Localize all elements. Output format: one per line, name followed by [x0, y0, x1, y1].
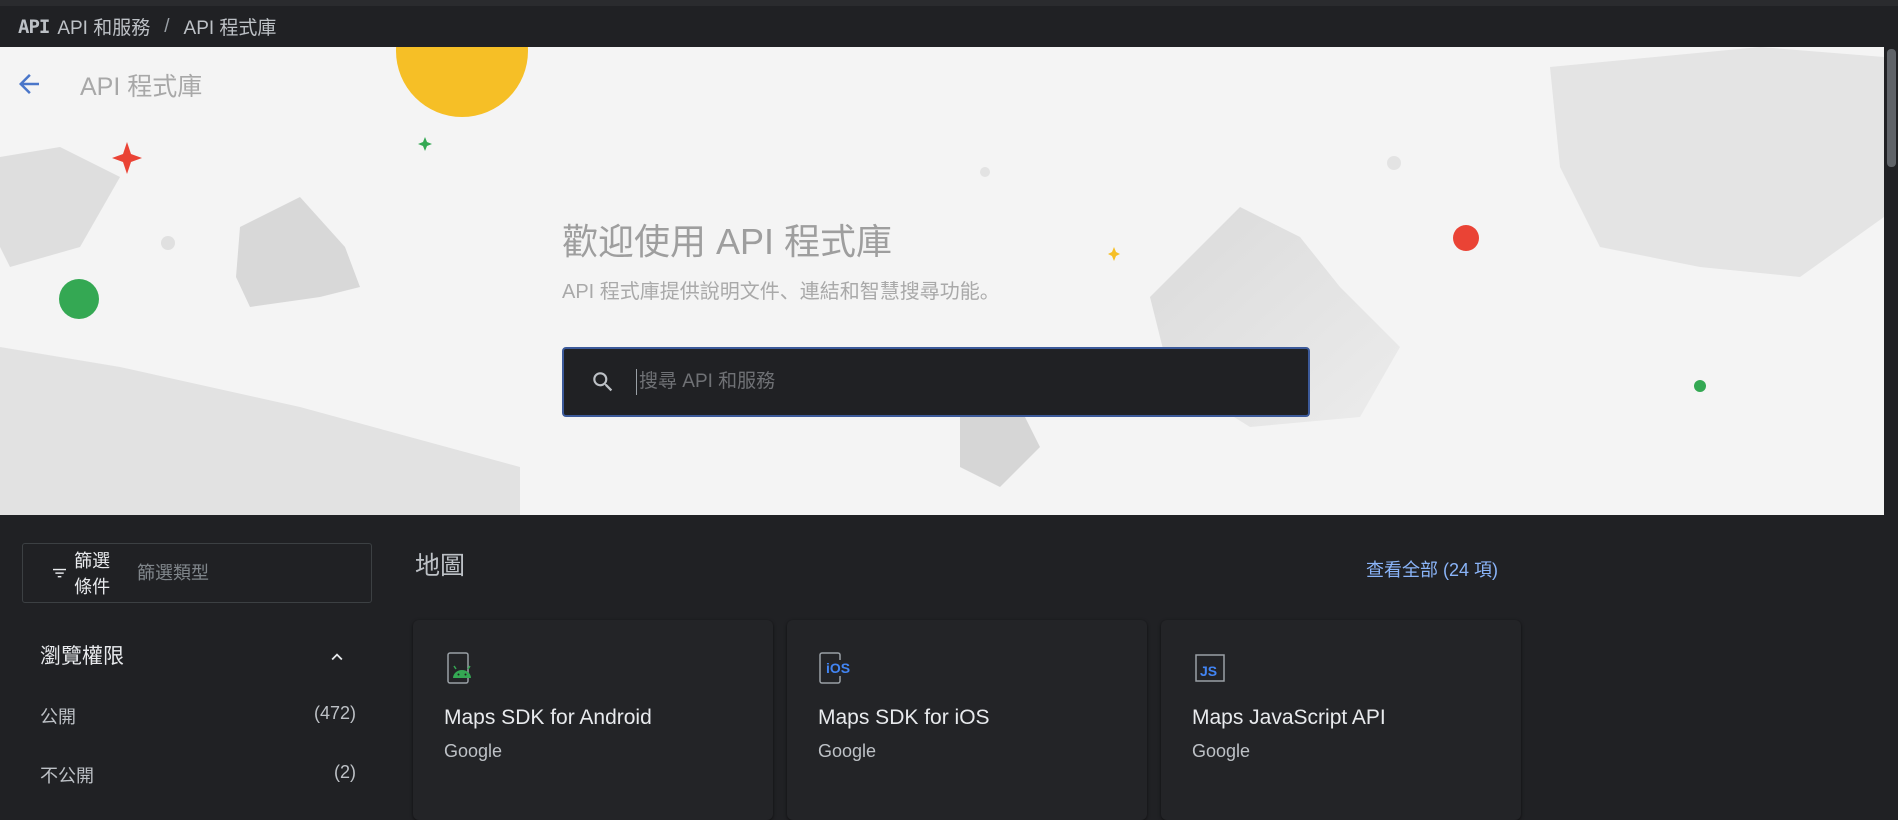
svg-text:iOS: iOS [826, 660, 850, 676]
rock-shape-center-left [236, 197, 360, 307]
visibility-section-title: 瀏覽權限 [40, 645, 124, 668]
android-icon [447, 652, 471, 684]
visibility-option-private[interactable]: 不公開 (2) [40, 762, 356, 788]
view-all-link[interactable]: 查看全部 (24 項) [1366, 556, 1498, 582]
back-arrow-icon[interactable] [14, 69, 44, 99]
visibility-option-label: 不公開 [40, 766, 94, 786]
red-circle-shape [1453, 225, 1479, 251]
ground-shape-left [0, 347, 520, 515]
api-card-publisher: Google [818, 741, 877, 761]
javascript-icon: JS [1195, 654, 1225, 682]
filter-list-icon [53, 568, 67, 578]
api-logo-icon: API [18, 15, 50, 38]
api-card-maps-android[interactable]: Maps SDK for Android Google [413, 620, 773, 820]
welcome-headline: 歡迎使用 API 程式庫 [562, 221, 893, 262]
api-card-maps-javascript[interactable]: JS Maps JavaScript API Google [1161, 620, 1521, 820]
hero-banner: API 程式庫 歡迎使用 API 程式庫 API 程式庫提供說明文件、連結和智慧… [0, 47, 1884, 515]
api-card-title: Maps JavaScript API [1192, 706, 1386, 729]
api-card-maps-ios[interactable]: iOS Maps SDK for iOS Google [787, 620, 1147, 820]
ios-icon: iOS [819, 652, 851, 684]
small-green-circle-shape [1694, 380, 1706, 392]
breadcrumb-api-library: API 程式庫 [183, 18, 277, 39]
rock-shape-far-right [1550, 47, 1884, 277]
search-input[interactable] [636, 369, 1308, 395]
yellow-star-shape [1108, 247, 1120, 261]
filter-label: 篩選條件 [74, 551, 111, 597]
search-icon [593, 372, 613, 392]
visibility-option-count: (472) [313, 703, 356, 723]
scrollbar-thumb[interactable] [1887, 49, 1896, 167]
svg-text:JS: JS [1200, 663, 1217, 679]
red-star-shape [112, 142, 142, 174]
api-card-publisher: Google [444, 741, 503, 761]
visibility-option-public[interactable]: 公開 (472) [40, 703, 356, 729]
rock-shape-left [0, 147, 120, 267]
welcome-subheadline: API 程式庫提供說明文件、連結和智慧搜尋功能。 [562, 281, 1000, 303]
rock-shape-bottom [960, 407, 1040, 487]
filter-type-input[interactable] [137, 544, 371, 602]
api-card-publisher: Google [1192, 741, 1251, 761]
green-circle-shape [59, 279, 99, 319]
visibility-option-count: (2) [334, 762, 356, 782]
green-star-shape [418, 137, 432, 151]
search-box[interactable] [562, 347, 1310, 417]
page-title: API 程式庫 [80, 73, 203, 101]
api-card-title: Maps SDK for iOS [818, 706, 990, 729]
visibility-option-label: 公開 [40, 707, 76, 727]
breadcrumb-api-services[interactable]: API 和服務 [57, 13, 150, 40]
page-scrollbar[interactable] [1884, 47, 1898, 787]
api-card-title: Maps SDK for Android [444, 706, 652, 729]
breadcrumb-separator: / [164, 15, 170, 37]
chevron-up-icon[interactable] [324, 646, 350, 668]
maps-section-title: 地圖 [415, 552, 466, 580]
top-breadcrumb-bar: API API 和服務 / API 程式庫 [0, 0, 1898, 47]
filter-box[interactable]: 篩選條件 [22, 543, 372, 603]
yellow-sun-shape [396, 47, 528, 117]
